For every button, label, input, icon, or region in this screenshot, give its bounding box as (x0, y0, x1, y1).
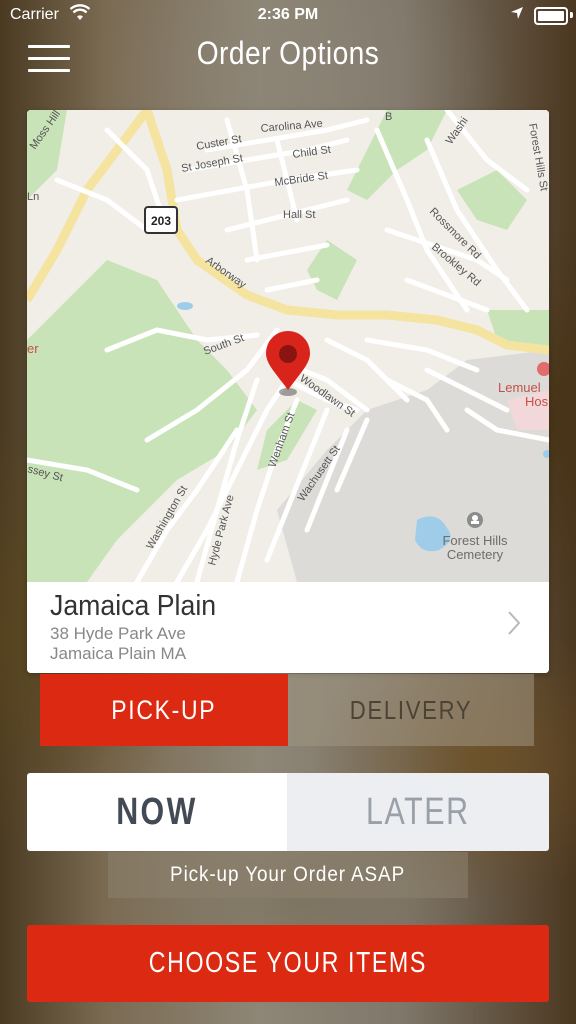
status-time: 2:36 PM (257, 6, 319, 23)
svg-text:er: er (27, 341, 39, 356)
location-card: 203 Custer St Carolina Ave St Joseph St … (27, 110, 549, 673)
svg-text:Cemetery: Cemetery (447, 547, 504, 562)
svg-text:Forest Hills: Forest Hills (442, 533, 508, 548)
location-name: Jamaica Plain (50, 590, 217, 622)
choose-items-button[interactable]: CHOOSE YOUR ITEMS (27, 925, 549, 1002)
svg-text:Ln: Ln (27, 191, 39, 203)
battery-icon (534, 7, 568, 25)
now-option[interactable]: NOW (27, 773, 287, 851)
chevron-right-icon (508, 611, 521, 635)
address-line-2: Jamaica Plain MA (50, 644, 187, 663)
svg-text:Lemuel: Lemuel (498, 380, 541, 395)
svg-text:B: B (385, 111, 392, 123)
selected-location[interactable]: Jamaica Plain 38 Hyde Park Ave Jamaica P… (27, 582, 549, 673)
route-shield: 203 (144, 206, 178, 234)
cemetery-icon (467, 512, 483, 528)
page-title: Order Options (196, 35, 380, 71)
svg-text:Hos: Hos (525, 394, 549, 409)
svg-text:203: 203 (151, 214, 171, 228)
delivery-option[interactable]: DELIVERY (288, 674, 534, 746)
battery-tip (570, 12, 573, 18)
map-canvas: 203 Custer St Carolina Ave St Joseph St … (27, 110, 549, 582)
order-info-message: Pick-up Your Order ASAP (108, 852, 468, 898)
location-arrow-icon (511, 7, 523, 19)
address-line-1: 38 Hyde Park Ave (50, 624, 186, 643)
status-bar: Carrier 2:36 PM (0, 0, 576, 30)
later-option[interactable]: LATER (287, 773, 549, 851)
header: Order Options (0, 30, 576, 80)
order-time-toggle: NOW LATER (27, 773, 549, 851)
pickup-option[interactable]: PICK-UP (40, 674, 288, 746)
map-view[interactable]: 203 Custer St Carolina Ave St Joseph St … (27, 110, 549, 582)
order-method-toggle: PICK-UP DELIVERY (40, 674, 534, 746)
svg-text:Hall St: Hall St (283, 209, 315, 221)
